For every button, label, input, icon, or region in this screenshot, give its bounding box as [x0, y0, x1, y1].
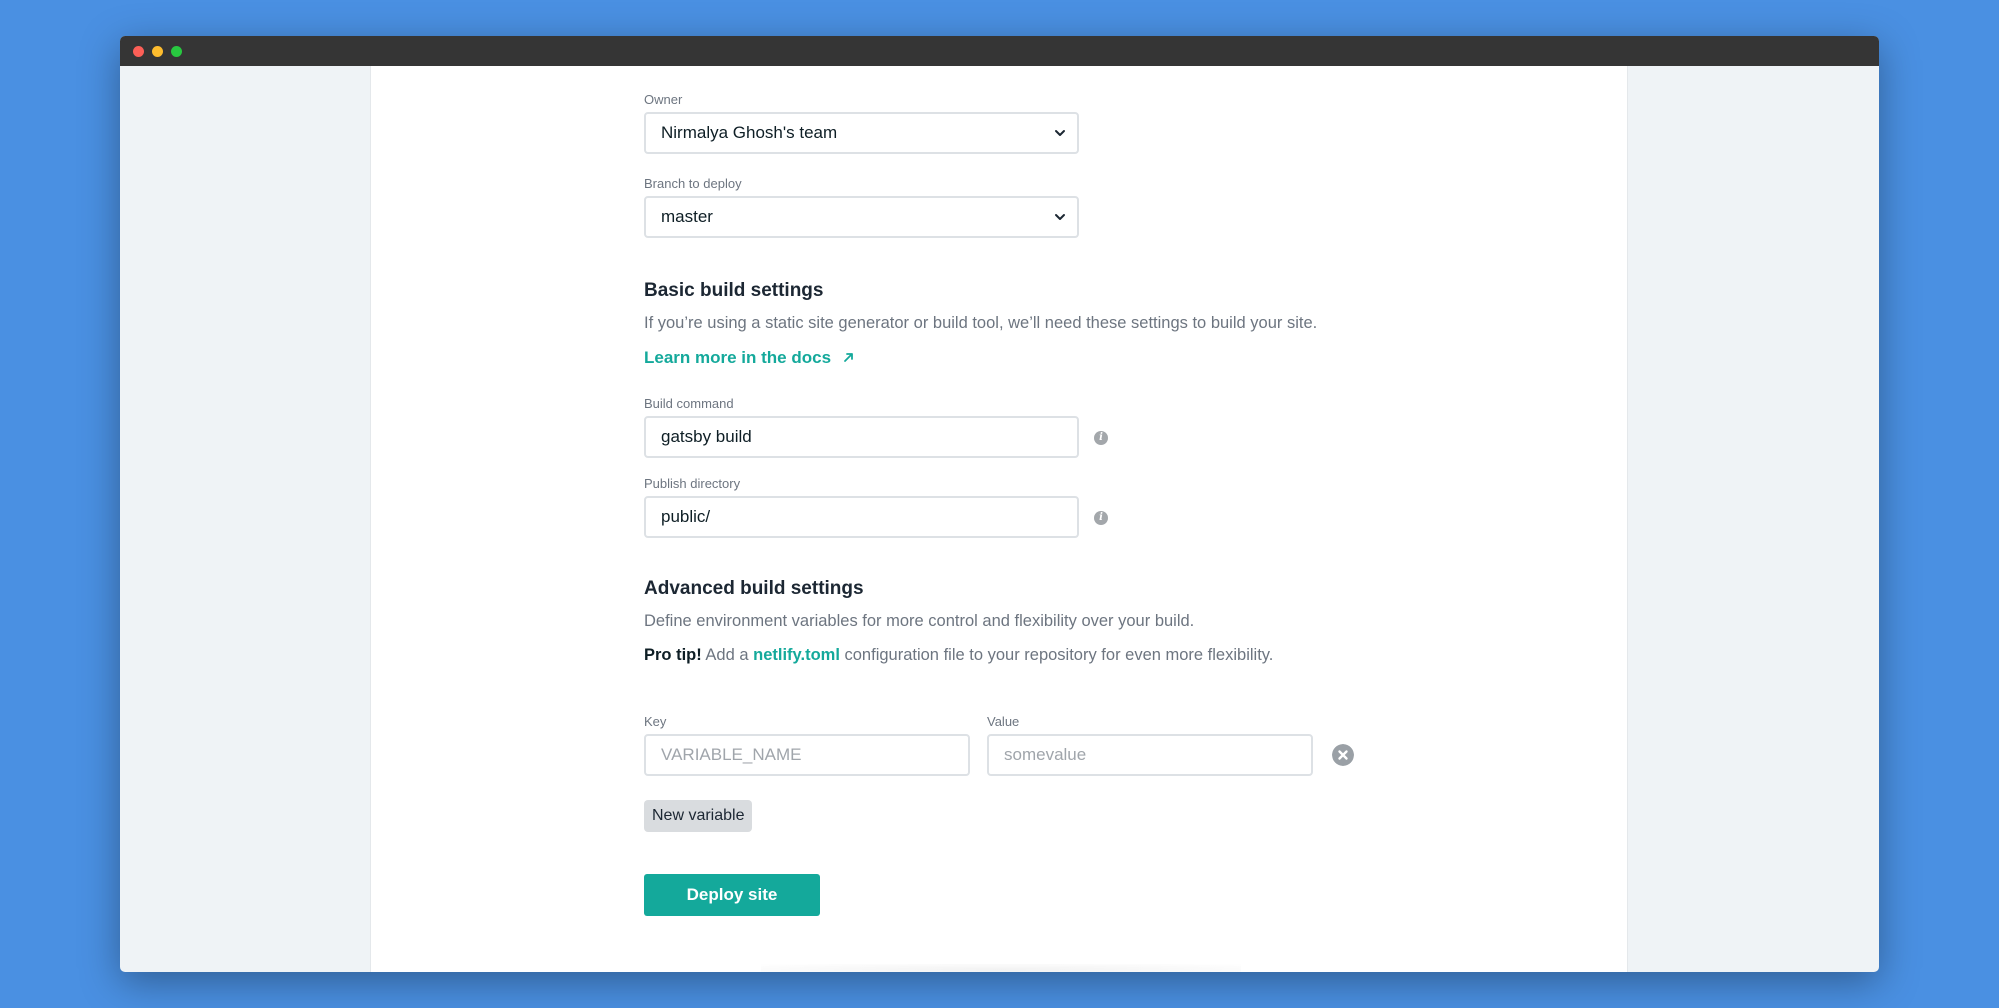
- new-variable-button[interactable]: New variable: [644, 800, 753, 832]
- info-icon[interactable]: i: [1094, 431, 1108, 445]
- build-command-value: gatsby build: [661, 427, 752, 446]
- build-command-input[interactable]: gatsby build: [644, 416, 1079, 458]
- maximize-window-button[interactable]: [171, 46, 182, 57]
- advanced-build-settings-description: Define environment variables for more co…: [644, 612, 1195, 630]
- key-label: Key: [644, 714, 667, 729]
- value-label: Value: [987, 714, 1020, 729]
- remove-variable-icon[interactable]: [1332, 744, 1354, 766]
- variable-value-input[interactable]: somevalue: [987, 734, 1313, 776]
- learn-more-docs-link[interactable]: Learn more in the docs: [644, 348, 856, 368]
- minimize-window-button[interactable]: [152, 46, 163, 57]
- info-icon[interactable]: i: [1094, 511, 1108, 525]
- owner-select[interactable]: Nirmalya Ghosh's team: [644, 112, 1079, 154]
- owner-select-value: Nirmalya Ghosh's team: [661, 123, 838, 142]
- deploy-site-button[interactable]: Deploy site: [644, 874, 820, 916]
- variable-key-input[interactable]: VARIABLE_NAME: [644, 734, 970, 776]
- pro-tip-label: Pro tip!: [644, 646, 702, 664]
- main-panel: Owner Nirmalya Ghosh's team Branch to de…: [370, 66, 1628, 972]
- chevron-down-icon: [1055, 214, 1065, 220]
- variable-key-placeholder: VARIABLE_NAME: [661, 745, 802, 764]
- branch-select[interactable]: master: [644, 196, 1079, 238]
- pro-tip-before: Add a: [701, 646, 754, 664]
- pro-tip-text: Pro tip! Add a netlify.toml configuratio…: [644, 646, 1273, 665]
- branch-select-value: master: [661, 207, 713, 226]
- basic-build-settings-description: If you’re using a static site generator …: [644, 314, 1318, 332]
- arrow-up-right-icon: [843, 353, 853, 362]
- owner-label: Owner: [644, 92, 683, 107]
- publish-directory-label: Publish directory: [644, 476, 741, 491]
- close-window-button[interactable]: [133, 46, 144, 57]
- publish-directory-input[interactable]: public/: [644, 496, 1079, 538]
- browser-window: Owner Nirmalya Ghosh's team Branch to de…: [120, 36, 1879, 972]
- advanced-build-settings-title: Advanced build settings: [644, 578, 864, 599]
- footer-shadow: [761, 964, 1241, 972]
- pro-tip-after: configuration file to your repository fo…: [839, 646, 1274, 664]
- branch-label: Branch to deploy: [644, 176, 742, 191]
- window-titlebar: [120, 36, 1879, 66]
- variable-value-placeholder: somevalue: [1004, 745, 1087, 764]
- basic-build-settings-title: Basic build settings: [644, 280, 824, 301]
- chevron-down-icon: [1055, 130, 1065, 136]
- netlify-toml-link[interactable]: netlify.toml: [753, 646, 840, 664]
- learn-more-docs-label: Learn more in the docs: [644, 348, 832, 367]
- build-command-label: Build command: [644, 396, 734, 411]
- publish-directory-value: public/: [661, 507, 711, 526]
